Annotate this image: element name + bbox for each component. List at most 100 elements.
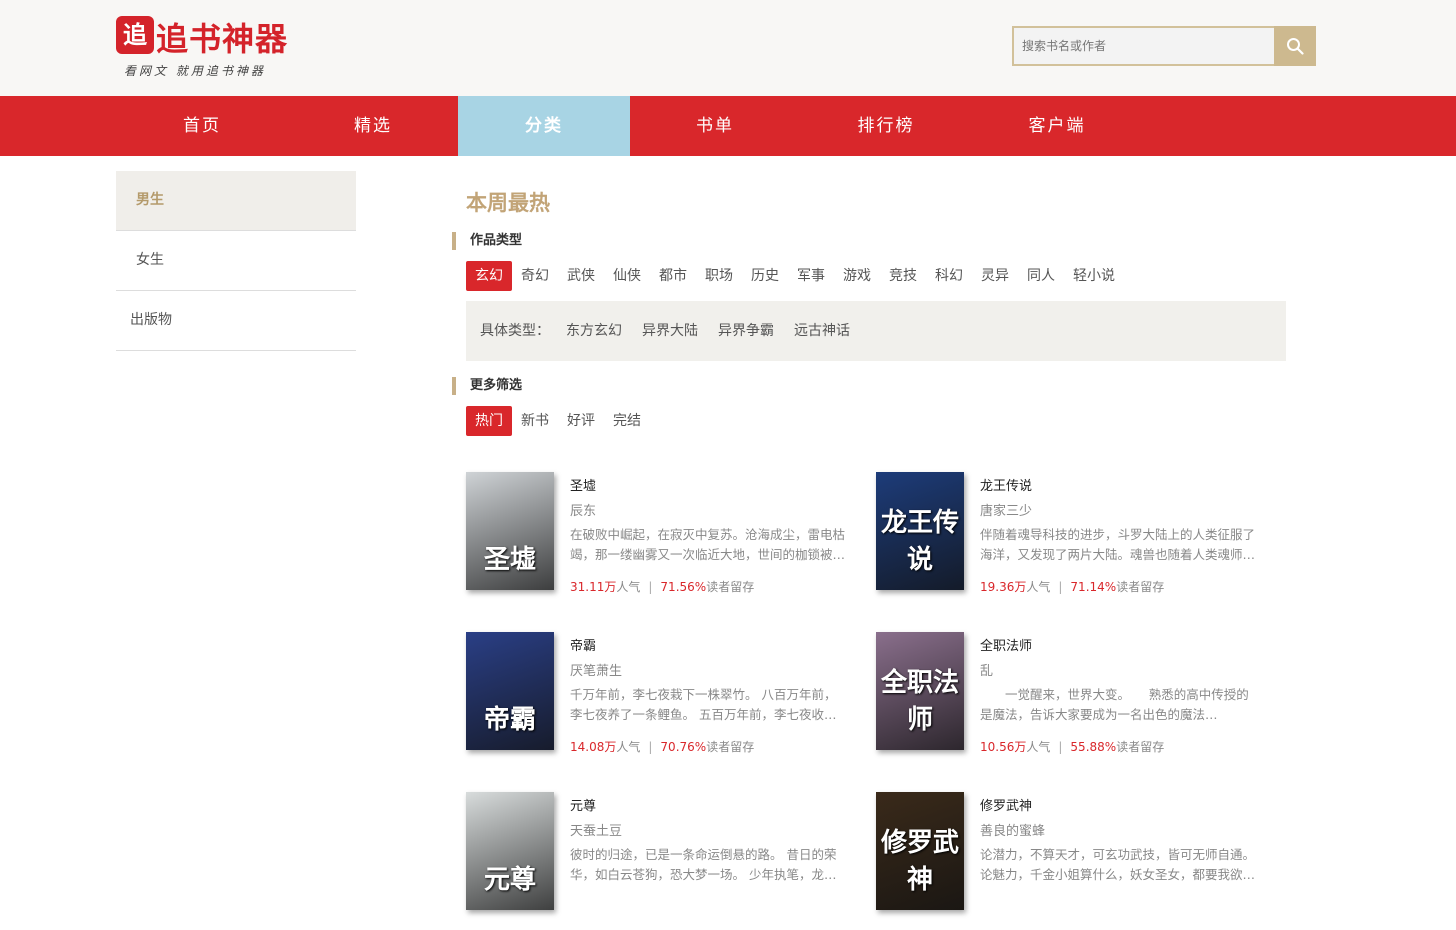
sidebar-item-publication[interactable]: 出版物: [116, 291, 356, 351]
subtype-tag[interactable]: 异界大陆: [632, 316, 708, 346]
book-description: 伴随着魂导科技的进步，斗罗大陆上的人类征服了海洋，又发现了两片大陆。魂兽也随着人…: [980, 527, 1256, 562]
page-title: 本周最热: [466, 191, 550, 215]
book-cover[interactable]: 修罗武神: [876, 792, 964, 910]
subtype-label: 具体类型：: [480, 323, 550, 339]
search-button[interactable]: [1274, 26, 1316, 66]
logo-text: 追书神器: [156, 20, 289, 58]
book-title[interactable]: 龙王传说: [980, 475, 1032, 494]
book-title[interactable]: 修罗武神: [980, 795, 1032, 814]
genre-tag[interactable]: 都市: [650, 261, 696, 291]
filter-section-title: 更多筛选: [452, 377, 522, 395]
popularity-value: 31.11万: [570, 580, 617, 594]
genre-tag[interactable]: 军事: [788, 261, 834, 291]
book-stats: 14.08万人气 | 70.76%读者留存: [570, 738, 754, 755]
genre-tag[interactable]: 灵异: [972, 261, 1018, 291]
cover-title: 龙王传说: [880, 508, 959, 575]
filter-tags: 热门 新书 好评 完结: [466, 406, 650, 436]
stats-divider: |: [648, 740, 653, 754]
genre-tag[interactable]: 同人: [1018, 261, 1064, 291]
retention-value: 71.14%: [1070, 580, 1117, 594]
book-author: 善良的蜜蜂: [980, 824, 1046, 839]
sidebar-item-female[interactable]: 女生: [116, 231, 356, 291]
book-cover[interactable]: 圣墟: [466, 472, 554, 590]
book-card[interactable]: 帝霸 帝霸 厌笔萧生 千万年前，李七夜栽下一株翠竹。 八百万年前，李七夜养了一条…: [466, 630, 866, 770]
retention-value: 55.88%: [1070, 740, 1117, 754]
nav-item-category[interactable]: 分类: [458, 96, 630, 156]
book-card[interactable]: 龙王传说 龙王传说 唐家三少 伴随着魂导科技的进步，斗罗大陆上的人类征服了海洋，…: [876, 470, 1276, 610]
retention-label: 读者留存: [706, 580, 755, 594]
book-author: 天蚕土豆: [570, 824, 623, 839]
filter-tag[interactable]: 新书: [512, 406, 558, 436]
popularity-value: 10.56万: [980, 740, 1027, 754]
cover-title: 修罗武神: [880, 828, 959, 895]
filter-tag[interactable]: 热门: [466, 406, 512, 436]
book-cover[interactable]: 全职法师: [876, 632, 964, 750]
genre-tags: 玄幻 奇幻 武侠 仙侠 都市 职场 历史 军事 游戏 竞技 科幻 灵异 同人 轻小说: [466, 261, 1124, 291]
retention-value: 70.76%: [660, 740, 707, 754]
search-icon: [1287, 38, 1304, 55]
site-logo[interactable]: 追 追书神器 看网文 就用追书神器: [116, 16, 296, 80]
nav-item-ranking[interactable]: 排行榜: [800, 96, 972, 156]
cover-title: 元尊: [483, 865, 536, 895]
genre-tag[interactable]: 奇幻: [512, 261, 558, 291]
genre-tag[interactable]: 武侠: [558, 261, 604, 291]
site-header: 追 追书神器 看网文 就用追书神器: [0, 0, 1456, 96]
nav-item-home[interactable]: 首页: [116, 96, 288, 156]
retention-label: 读者留存: [1116, 580, 1165, 594]
nav-item-booklist[interactable]: 书单: [629, 96, 801, 156]
book-author: 乱: [980, 664, 994, 679]
book-cover[interactable]: 帝霸: [466, 632, 554, 750]
sidebar-item-male[interactable]: 男生: [116, 171, 356, 231]
book-card[interactable]: 圣墟 圣墟 辰东 在破败中崛起，在寂灭中复苏。沧海成尘，雷电枯竭，那一缕幽雾又一…: [466, 470, 866, 610]
book-card[interactable]: 修罗武神 修罗武神 善良的蜜蜂 论潜力，不算天才，可玄功武技，皆可无师自通。论魅…: [876, 790, 1276, 930]
sidebar: 男生 女生 出版物: [116, 171, 356, 351]
search-input[interactable]: [1012, 26, 1282, 66]
book-description: 一觉醒来，世界大变。 熟悉的高中传授的是魔法，告诉大家要成为一名出色的魔法师。 …: [980, 687, 1249, 722]
genre-tag[interactable]: 职场: [696, 261, 742, 291]
book-title[interactable]: 帝霸: [570, 635, 596, 654]
retention-value: 71.56%: [660, 580, 707, 594]
filter-tag[interactable]: 好评: [558, 406, 604, 436]
genre-tag[interactable]: 轻小说: [1064, 261, 1124, 291]
cover-title: 全职法师: [880, 668, 959, 735]
book-description: 在破败中崛起，在寂灭中复苏。沧海成尘，雷电枯竭，那一缕幽雾又一次临近大地，世间的…: [570, 527, 846, 562]
search-box: [1012, 26, 1316, 66]
book-cover[interactable]: 龙王传说: [876, 472, 964, 590]
cover-title: 帝霸: [483, 705, 536, 735]
genre-tag[interactable]: 科幻: [926, 261, 972, 291]
stats-divider: |: [1058, 580, 1063, 594]
book-author: 辰东: [570, 504, 597, 519]
book-description: 千万年前，李七夜栽下一株翠竹。 八百万年前，李七夜养了一条鲤鱼。 五百万年前，李…: [570, 687, 837, 722]
logo-slogan: 看网文 就用追书神器: [124, 64, 266, 78]
stats-divider: |: [648, 580, 653, 594]
genre-tag[interactable]: 历史: [742, 261, 788, 291]
genre-tag[interactable]: 仙侠: [604, 261, 650, 291]
subtype-tag[interactable]: 异界争霸: [708, 316, 784, 346]
book-cover[interactable]: 元尊: [466, 792, 554, 910]
genre-tag[interactable]: 竞技: [880, 261, 926, 291]
popularity-label: 人气: [1026, 580, 1051, 594]
book-card[interactable]: 全职法师 全职法师 乱 一觉醒来，世界大变。 熟悉的高中传授的是魔法，告诉大家要…: [876, 630, 1276, 770]
nav-item-featured[interactable]: 精选: [287, 96, 459, 156]
popularity-value: 14.08万: [570, 740, 617, 754]
genre-tag[interactable]: 玄幻: [466, 261, 512, 291]
book-stats: 19.36万人气 | 71.14%读者留存: [980, 578, 1164, 595]
stats-divider: |: [1058, 740, 1063, 754]
book-stats: 31.11万人气 | 71.56%读者留存: [570, 578, 754, 595]
genre-tag[interactable]: 游戏: [834, 261, 880, 291]
book-card[interactable]: 元尊 元尊 天蚕土豆 彼时的归途，已是一条命运倒悬的路。 昔日的荣华，如白云苍狗…: [466, 790, 866, 930]
filter-tag[interactable]: 完结: [604, 406, 650, 436]
subtype-box: 具体类型： 东方玄幻 异界大陆 异界争霸 远古神话: [466, 301, 1286, 361]
book-author: 唐家三少: [980, 504, 1033, 519]
retention-label: 读者留存: [1116, 740, 1165, 754]
subtype-tag[interactable]: 东方玄幻: [556, 316, 632, 346]
subtype-tag[interactable]: 远古神话: [784, 316, 860, 346]
book-title[interactable]: 全职法师: [980, 635, 1032, 654]
book-description: 论潜力，不算天才，可玄功武技，皆可无师自通。论魅力，千金小姐算什么，妖女圣女，都…: [980, 847, 1256, 882]
book-title[interactable]: 圣墟: [570, 475, 596, 494]
book-description: 彼时的归途，已是一条命运倒悬的路。 昔日的荣华，如白云苍狗，恐大梦一场。 少年执…: [570, 847, 837, 882]
book-title[interactable]: 元尊: [570, 795, 596, 814]
book-stats: 10.56万人气 | 55.88%读者留存: [980, 738, 1164, 755]
logo-mark: 追: [116, 16, 154, 54]
nav-item-client[interactable]: 客户端: [971, 96, 1143, 156]
